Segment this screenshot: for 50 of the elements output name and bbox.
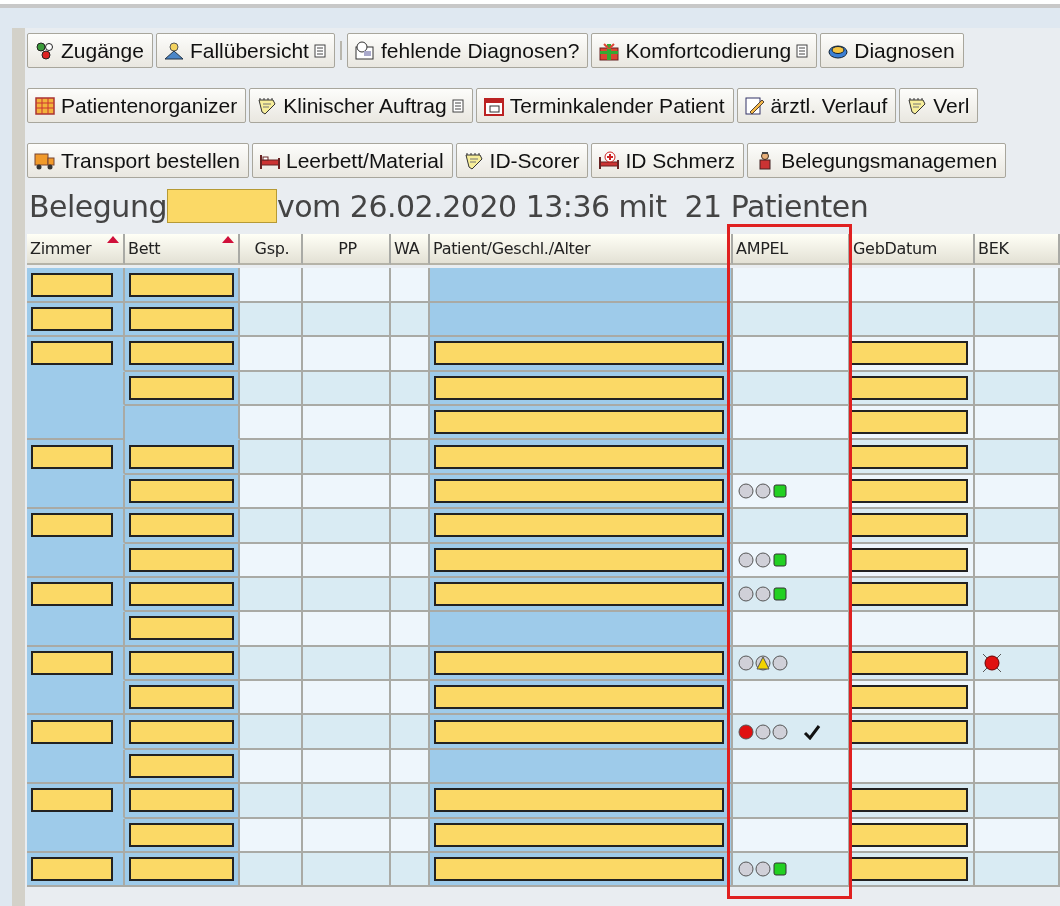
pencil-icon (743, 95, 766, 116)
column-header[interactable]: BEK (975, 234, 1060, 265)
traffic-light-icon (737, 722, 789, 741)
traffic-light-icon (737, 481, 789, 500)
calendar-icon (482, 95, 505, 116)
column-header[interactable]: WA (391, 234, 430, 265)
column-header[interactable]: AMPEL (733, 234, 850, 265)
table-cell (240, 405, 303, 441)
menu-icon[interactable] (796, 43, 809, 58)
traffic-light-icon (737, 653, 789, 672)
toolbar-button[interactable]: Transport bestellen (27, 143, 249, 178)
toolbar-button[interactable]: fehlende Diagnosen? (346, 33, 589, 68)
toolbar-button[interactable]: Klinischer Auftrag (249, 88, 473, 123)
toolbar-button[interactable]: Verl (899, 88, 979, 123)
traffic-light-icon (737, 550, 789, 569)
grid-icon (34, 95, 56, 116)
toolbar-button[interactable]: ID-Scorer (455, 143, 589, 178)
table-cell (391, 612, 430, 647)
notepad-icon (462, 150, 485, 171)
question-icon (353, 40, 376, 61)
toolbar-button[interactable]: ärztl. Verlauf (736, 88, 897, 123)
column-header[interactable]: GebDatum (850, 234, 975, 265)
toolbar-button[interactable]: Belegungsmanagemen (747, 143, 1007, 178)
toolbar-button[interactable]: Komfortcodierung (591, 33, 818, 68)
people-icon (34, 40, 56, 61)
table-cell (391, 268, 430, 303)
column-header[interactable]: Gsp. (240, 234, 303, 265)
table-cell (391, 302, 430, 338)
column-header[interactable]: Bett (125, 234, 240, 265)
table-cell (391, 749, 430, 785)
menu-icon[interactable] (451, 98, 464, 113)
title-label: Belegung (29, 188, 167, 224)
toolbar-button[interactable]: Leerbett/Material (252, 143, 453, 178)
toolbar-button[interactable]: Diagnosen (820, 33, 964, 68)
toolbar-button[interactable]: Terminkalender Patient (475, 88, 734, 123)
toolbar-button[interactable]: Fallübersicht (155, 33, 335, 68)
traffic-light-icon (737, 585, 789, 604)
column-header[interactable]: Zimmer (27, 234, 125, 265)
toolbar-button[interactable]: Zugänge (27, 33, 153, 68)
title-text: vom 26.02.2020 13:36 mit 21 Patienten (276, 188, 869, 224)
truck-icon (34, 150, 56, 171)
person-icon (162, 40, 185, 61)
menu-icon[interactable] (313, 43, 326, 58)
toolbar-button[interactable]: Patientenorganizer (27, 88, 247, 123)
traffic-light-icon (737, 860, 789, 879)
column-header[interactable]: Patient/Geschl./Alter (430, 234, 733, 265)
column-header[interactable]: PP (303, 234, 391, 265)
bed-cross-icon (598, 150, 621, 171)
gift-icon (598, 40, 621, 61)
toolbar-button[interactable]: ID Schmerz (591, 143, 745, 178)
